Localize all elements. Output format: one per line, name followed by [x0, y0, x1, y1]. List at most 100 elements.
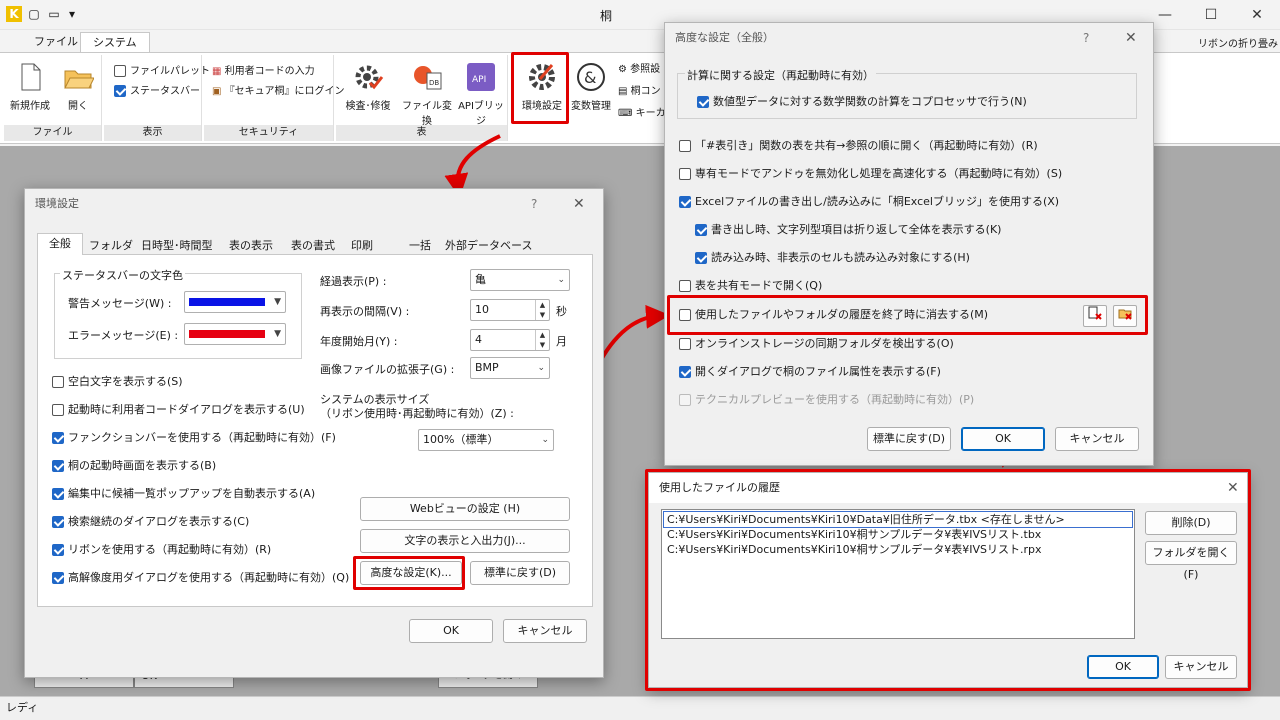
env-option-label: 起動時に利用者コードダイアログを表示する(U)	[68, 403, 305, 416]
image-ext-label: 画像ファイルの拡張子(G) :	[320, 363, 455, 376]
adv-option[interactable]: 開くダイアログで桐のファイル属性を表示する(F)	[679, 363, 941, 381]
env-cancel-button[interactable]: キャンセル	[503, 619, 587, 643]
chevron-down-icon: ▼	[274, 297, 281, 307]
env-option[interactable]: 起動時に利用者コードダイアログを表示する(U)	[52, 401, 305, 419]
arrow-to-env-dialog	[444, 134, 501, 198]
checkbox[interactable]	[697, 96, 709, 108]
adv-option[interactable]: 書き出し時、文字列型項目は折り返して全体を表示する(K)	[695, 221, 1001, 239]
env-dialog-titlebar: 環境設定 ? ✕	[25, 189, 603, 219]
adv-reset-button[interactable]: 標準に戻す(D)	[867, 427, 951, 451]
redisplay-stepper[interactable]: 10 ▲ ▼	[470, 299, 550, 321]
advanced-dialog: 高度な設定（全般） ? ✕ 計算に関する設定（再起動時に有効） 数値型データに対…	[664, 22, 1154, 466]
error-label: エラーメッセージ(E) :	[68, 329, 179, 342]
env-option[interactable]: 編集中に候補一覧ポップアップを自動表示する(A)	[52, 485, 315, 503]
sys-size-select[interactable]: 100%（標準） ⌄	[418, 429, 554, 451]
help-icon[interactable]: ?	[531, 189, 537, 219]
warning-label: 警告メッセージ(W) :	[68, 297, 172, 310]
env-option-label: 空白文字を表示する(S)	[68, 375, 183, 388]
highlight-advanced-button	[353, 556, 465, 590]
redisplay-label: 再表示の間隔(V) :	[320, 305, 410, 318]
env-option[interactable]: リボンを使用する（再起動時に有効）(R)	[52, 541, 271, 559]
elapsed-value: 亀	[475, 273, 486, 286]
checkbox[interactable]	[52, 544, 64, 556]
adv-option[interactable]: オンラインストレージの同期フォルダを検出する(O)	[679, 335, 954, 353]
tab-table-format[interactable]: 表の書式	[291, 237, 335, 253]
spin-arrows-icon[interactable]: ▲ ▼	[535, 330, 549, 350]
env-option-label: ファンクションバーを使用する（再起動時に有効）(F)	[68, 431, 336, 444]
close-icon[interactable]: ✕	[1125, 23, 1137, 53]
checkbox[interactable]	[52, 516, 64, 528]
checkbox[interactable]	[679, 168, 691, 180]
warning-color-swatch	[189, 298, 265, 306]
env-option-label: 高解像度用ダイアログを使用する（再起動時に有効）(Q)	[68, 571, 350, 584]
tab-external-db[interactable]: 外部データベース	[445, 237, 532, 253]
env-option-label: 編集中に候補一覧ポップアップを自動表示する(A)	[68, 487, 316, 500]
env-option[interactable]: 高解像度用ダイアログを使用する（再起動時に有効）(Q)	[52, 569, 349, 587]
spin-arrows-icon[interactable]: ▲ ▼	[535, 300, 549, 320]
tab-table-display[interactable]: 表の表示	[229, 237, 273, 253]
env-option[interactable]: 桐の起動時画面を表示する(B)	[52, 457, 216, 475]
env-ok-button[interactable]: OK	[409, 619, 493, 643]
adv-option-label: Excelファイルの書き出し/読み込みに「桐Excelブリッジ」を使用する(X)	[695, 195, 1060, 208]
checkbox[interactable]	[679, 196, 691, 208]
adv-option[interactable]: Excelファイルの書き出し/読み込みに「桐Excelブリッジ」を使用する(X)	[679, 193, 1059, 211]
chevron-down-icon: ▼	[274, 329, 281, 339]
checkbox[interactable]	[679, 366, 691, 378]
calc-legend: 計算に関する設定（再起動時に有効）	[685, 67, 876, 83]
env-option-label: リボンを使用する（再起動時に有効）(R)	[68, 543, 272, 556]
env-option[interactable]: ファンクションバーを使用する（再起動時に有効）(F)	[52, 429, 336, 447]
tab-print[interactable]: 印刷	[351, 237, 373, 253]
adv-option[interactable]: 読み込み時、非表示のセルも読み込み対象にする(H)	[695, 249, 970, 267]
warning-color-select[interactable]: ▼	[184, 291, 286, 313]
checkbox[interactable]	[695, 252, 707, 264]
year-start-label: 年度開始月(Y) :	[320, 335, 398, 348]
adv-option-label: 読み込み時、非表示のセルも読み込み対象にする(H)	[711, 251, 970, 264]
checkbox[interactable]	[52, 432, 64, 444]
adv-option[interactable]: 表を共有モードで開く(Q)	[679, 277, 822, 295]
checkbox[interactable]	[52, 488, 64, 500]
redisplay-unit: 秒	[556, 305, 567, 318]
checkbox[interactable]	[695, 224, 707, 236]
image-ext-value: BMP	[475, 361, 499, 374]
checkbox[interactable]	[679, 140, 691, 152]
checkbox[interactable]	[52, 460, 64, 472]
tab-folder[interactable]: フォルダ	[89, 237, 133, 253]
coprocessor-option[interactable]: 数値型データに対する数学関数の計算をコプロセッサで行う(N)	[697, 93, 1027, 111]
env-option[interactable]: 空白文字を表示する(S)	[52, 373, 183, 391]
highlight-history-dialog	[645, 469, 1251, 691]
checkbox[interactable]	[52, 572, 64, 584]
env-reset-button[interactable]: 標準に戻す(D)	[470, 561, 570, 585]
adv-ok-button[interactable]: OK	[961, 427, 1045, 451]
adv-option[interactable]: 「#表引き」関数の表を共有→参照の順に開く（再起動時に有効）(R)	[679, 137, 1038, 155]
env-option-label: 検索継続のダイアログを表示する(C)	[68, 515, 250, 528]
tab-datetime[interactable]: 日時型･時間型	[141, 237, 213, 253]
env-option[interactable]: 検索継続のダイアログを表示する(C)	[52, 513, 249, 531]
adv-option[interactable]: 専有モードでアンドゥを無効化し処理を高速化する（再起動時に有効）(S)	[679, 165, 1062, 183]
adv-cancel-button[interactable]: キャンセル	[1055, 427, 1139, 451]
year-start-unit: 月	[556, 335, 567, 348]
elapsed-select[interactable]: 亀 ⌄	[470, 269, 570, 291]
checkbox[interactable]	[52, 404, 64, 416]
error-color-select[interactable]: ▼	[184, 323, 286, 345]
env-tab-panel: ステータスバーの文字色 警告メッセージ(W) : ▼ エラーメッセージ(E) :…	[37, 255, 593, 607]
checkbox[interactable]	[679, 280, 691, 292]
year-start-stepper[interactable]: 4 ▲ ▼	[470, 329, 550, 351]
highlight-history-option	[667, 295, 1148, 335]
image-ext-select[interactable]: BMP ⌄	[470, 357, 550, 379]
coprocessor-label: 数値型データに対する数学関数の計算をコプロセッサで行う(N)	[713, 95, 1027, 108]
checkbox[interactable]	[679, 338, 691, 350]
tab-batch[interactable]: 一括	[409, 237, 431, 253]
env-dialog: 環境設定 ? ✕ 全般 フォルダ 日時型･時間型 表の表示 表の書式 印刷 一括…	[24, 188, 604, 678]
statusbar-color-group	[54, 273, 302, 359]
year-start-value: 4	[475, 333, 482, 346]
chevron-down-icon: ⌄	[541, 435, 549, 445]
adv-option-label: 開くダイアログで桐のファイル属性を表示する(F)	[695, 365, 941, 378]
web-view-button[interactable]: Webビューの設定 (H)	[360, 497, 570, 521]
tab-general[interactable]: 全般	[37, 233, 83, 256]
help-icon[interactable]: ?	[1083, 23, 1089, 53]
adv-option-label: 「#表引き」関数の表を共有→参照の順に開く（再起動時に有効）(R)	[695, 139, 1038, 152]
checkbox[interactable]	[52, 376, 64, 388]
sys-size-sublabel: （リボン使用時･再起動時に有効）(Z) :	[320, 407, 514, 420]
text-io-button[interactable]: 文字の表示と入出力(J)...	[360, 529, 570, 553]
close-icon[interactable]: ✕	[573, 189, 585, 219]
